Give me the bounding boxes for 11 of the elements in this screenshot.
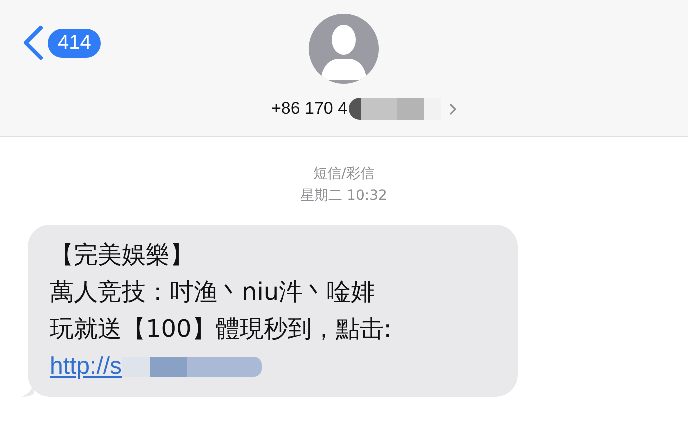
- unread-count-badge[interactable]: 414: [48, 28, 102, 58]
- message-text: 玩就送【100】體現秒到，點击:: [50, 314, 393, 345]
- message-type-label: 短信/彩信: [314, 165, 374, 184]
- chevron-right-icon[interactable]: [448, 102, 457, 116]
- phone-number[interactable]: +86 170 4: [271, 99, 348, 119]
- message-link[interactable]: http://s: [50, 348, 122, 385]
- avatar-icon[interactable]: [308, 14, 379, 84]
- back-icon[interactable]: [22, 25, 44, 61]
- timestamp: 星期二 10:32: [300, 187, 388, 206]
- message-text: 萬人竞技：吋渔丶niu汼丶唫婔: [50, 277, 376, 308]
- message-text: 【完美娛樂】: [50, 240, 195, 271]
